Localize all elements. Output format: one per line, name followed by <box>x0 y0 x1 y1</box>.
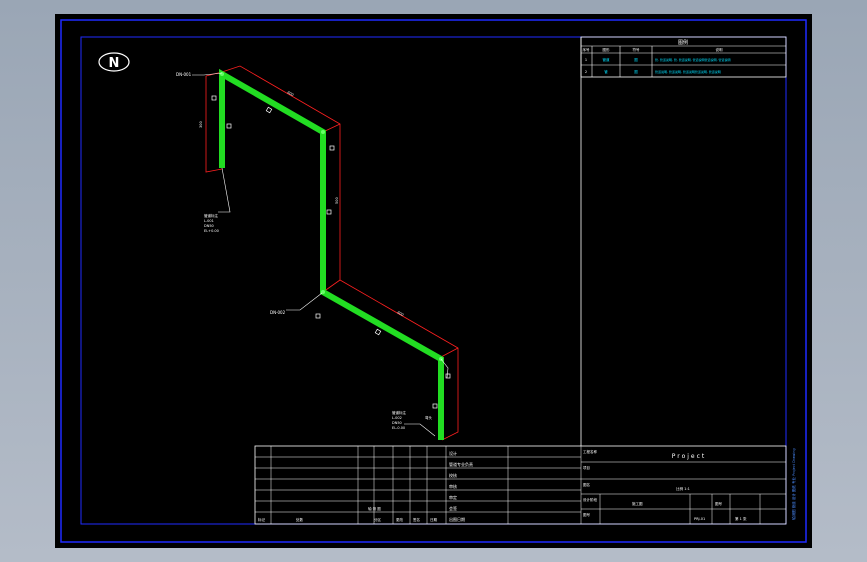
legend-header-shape: 图形 <box>603 47 611 52</box>
dim-left: 300 <box>199 121 203 128</box>
tag-mid: DN-002 <box>270 310 286 315</box>
row-label-1: 工程名称 <box>583 449 597 454</box>
legend-row1-symbol: 图 <box>634 58 638 62</box>
north-letter: N <box>109 56 120 71</box>
proj-code: PRJ-01 <box>694 517 705 521</box>
left-block-line3: DN50 <box>204 224 214 228</box>
role-7: 出图日期 <box>449 516 465 522</box>
elbow-tag: 弯头 <box>425 415 433 420</box>
drawing-no: 图号 <box>715 501 723 506</box>
legend-header-no: 序号 <box>583 47 591 52</box>
stage: 施工图 <box>632 501 643 506</box>
legend-row1-shape: 管道 <box>603 57 611 62</box>
legend-row2-no: 2 <box>585 70 587 74</box>
legend-row2-symbol: 图 <box>634 70 638 74</box>
legend-row2-shape: 管 <box>604 69 608 74</box>
bottom-label-3: 分区 <box>374 517 382 522</box>
mid-code: 轴 测 图 <box>368 506 381 511</box>
legend-row1-desc: 管, 管道说明, 管, 管道说明, 管道说明管道说明, 管道说明 <box>655 57 731 62</box>
bottom-block-line2: L-002 <box>392 416 402 420</box>
legend-row2-desc: 管道说明, 管道说明, 管道说明管道说明, 管道说明 <box>655 69 721 74</box>
bottom-block-line4: EL-0.00 <box>392 426 405 430</box>
role-4: 审核 <box>449 483 457 489</box>
right-edge-text: 轴测图 管道 设计 图纸 专业 Project Drawing <box>791 448 796 520</box>
bottom-label-1: 标记 <box>258 517 266 522</box>
bottom-label-4: 更改 <box>396 517 404 522</box>
bottom-block-line1: 管道标注 <box>392 410 406 415</box>
drawing-canvas: N 图例 序号 图形 符号 说明 1 管道 图 管, 管道说明, 管, 管道说明… <box>55 14 812 548</box>
role-1: 设计 <box>449 450 457 456</box>
legend-title: 图例 <box>678 39 688 46</box>
legend-header-desc: 说明 <box>716 47 724 52</box>
bottom-label-5: 签名 <box>413 517 420 522</box>
row-label-3: 图名 <box>583 482 590 487</box>
bottom-label-2: 处数 <box>296 517 304 522</box>
row-label-4: 设计阶段 <box>583 497 597 502</box>
role-3: 校核 <box>449 472 457 478</box>
left-block-line4: EL+0.00 <box>204 229 219 233</box>
role-2: 管道专业负责 <box>449 461 473 467</box>
left-block-line2: L-001 <box>204 219 214 223</box>
row-label-2: 项目 <box>583 465 590 470</box>
tag-top: DN-001 <box>176 72 192 77</box>
role-6: 会签 <box>449 505 457 511</box>
row-label-5: 图号 <box>583 512 591 517</box>
bottom-block-line3: DN50 <box>392 421 402 425</box>
legend-header-symbol: 符号 <box>633 47 641 52</box>
role-5: 审定 <box>449 494 457 500</box>
left-block-line1: 管道标注 <box>204 213 218 218</box>
bottom-label-6: 日期 <box>430 517 438 522</box>
dim-right: 500 <box>335 197 339 204</box>
legend-row1-no: 1 <box>585 58 587 62</box>
title-scale: 比例 1:1 <box>676 486 690 491</box>
project-name: Project <box>672 453 707 460</box>
sheet-number: 第 1 张 <box>735 516 747 521</box>
